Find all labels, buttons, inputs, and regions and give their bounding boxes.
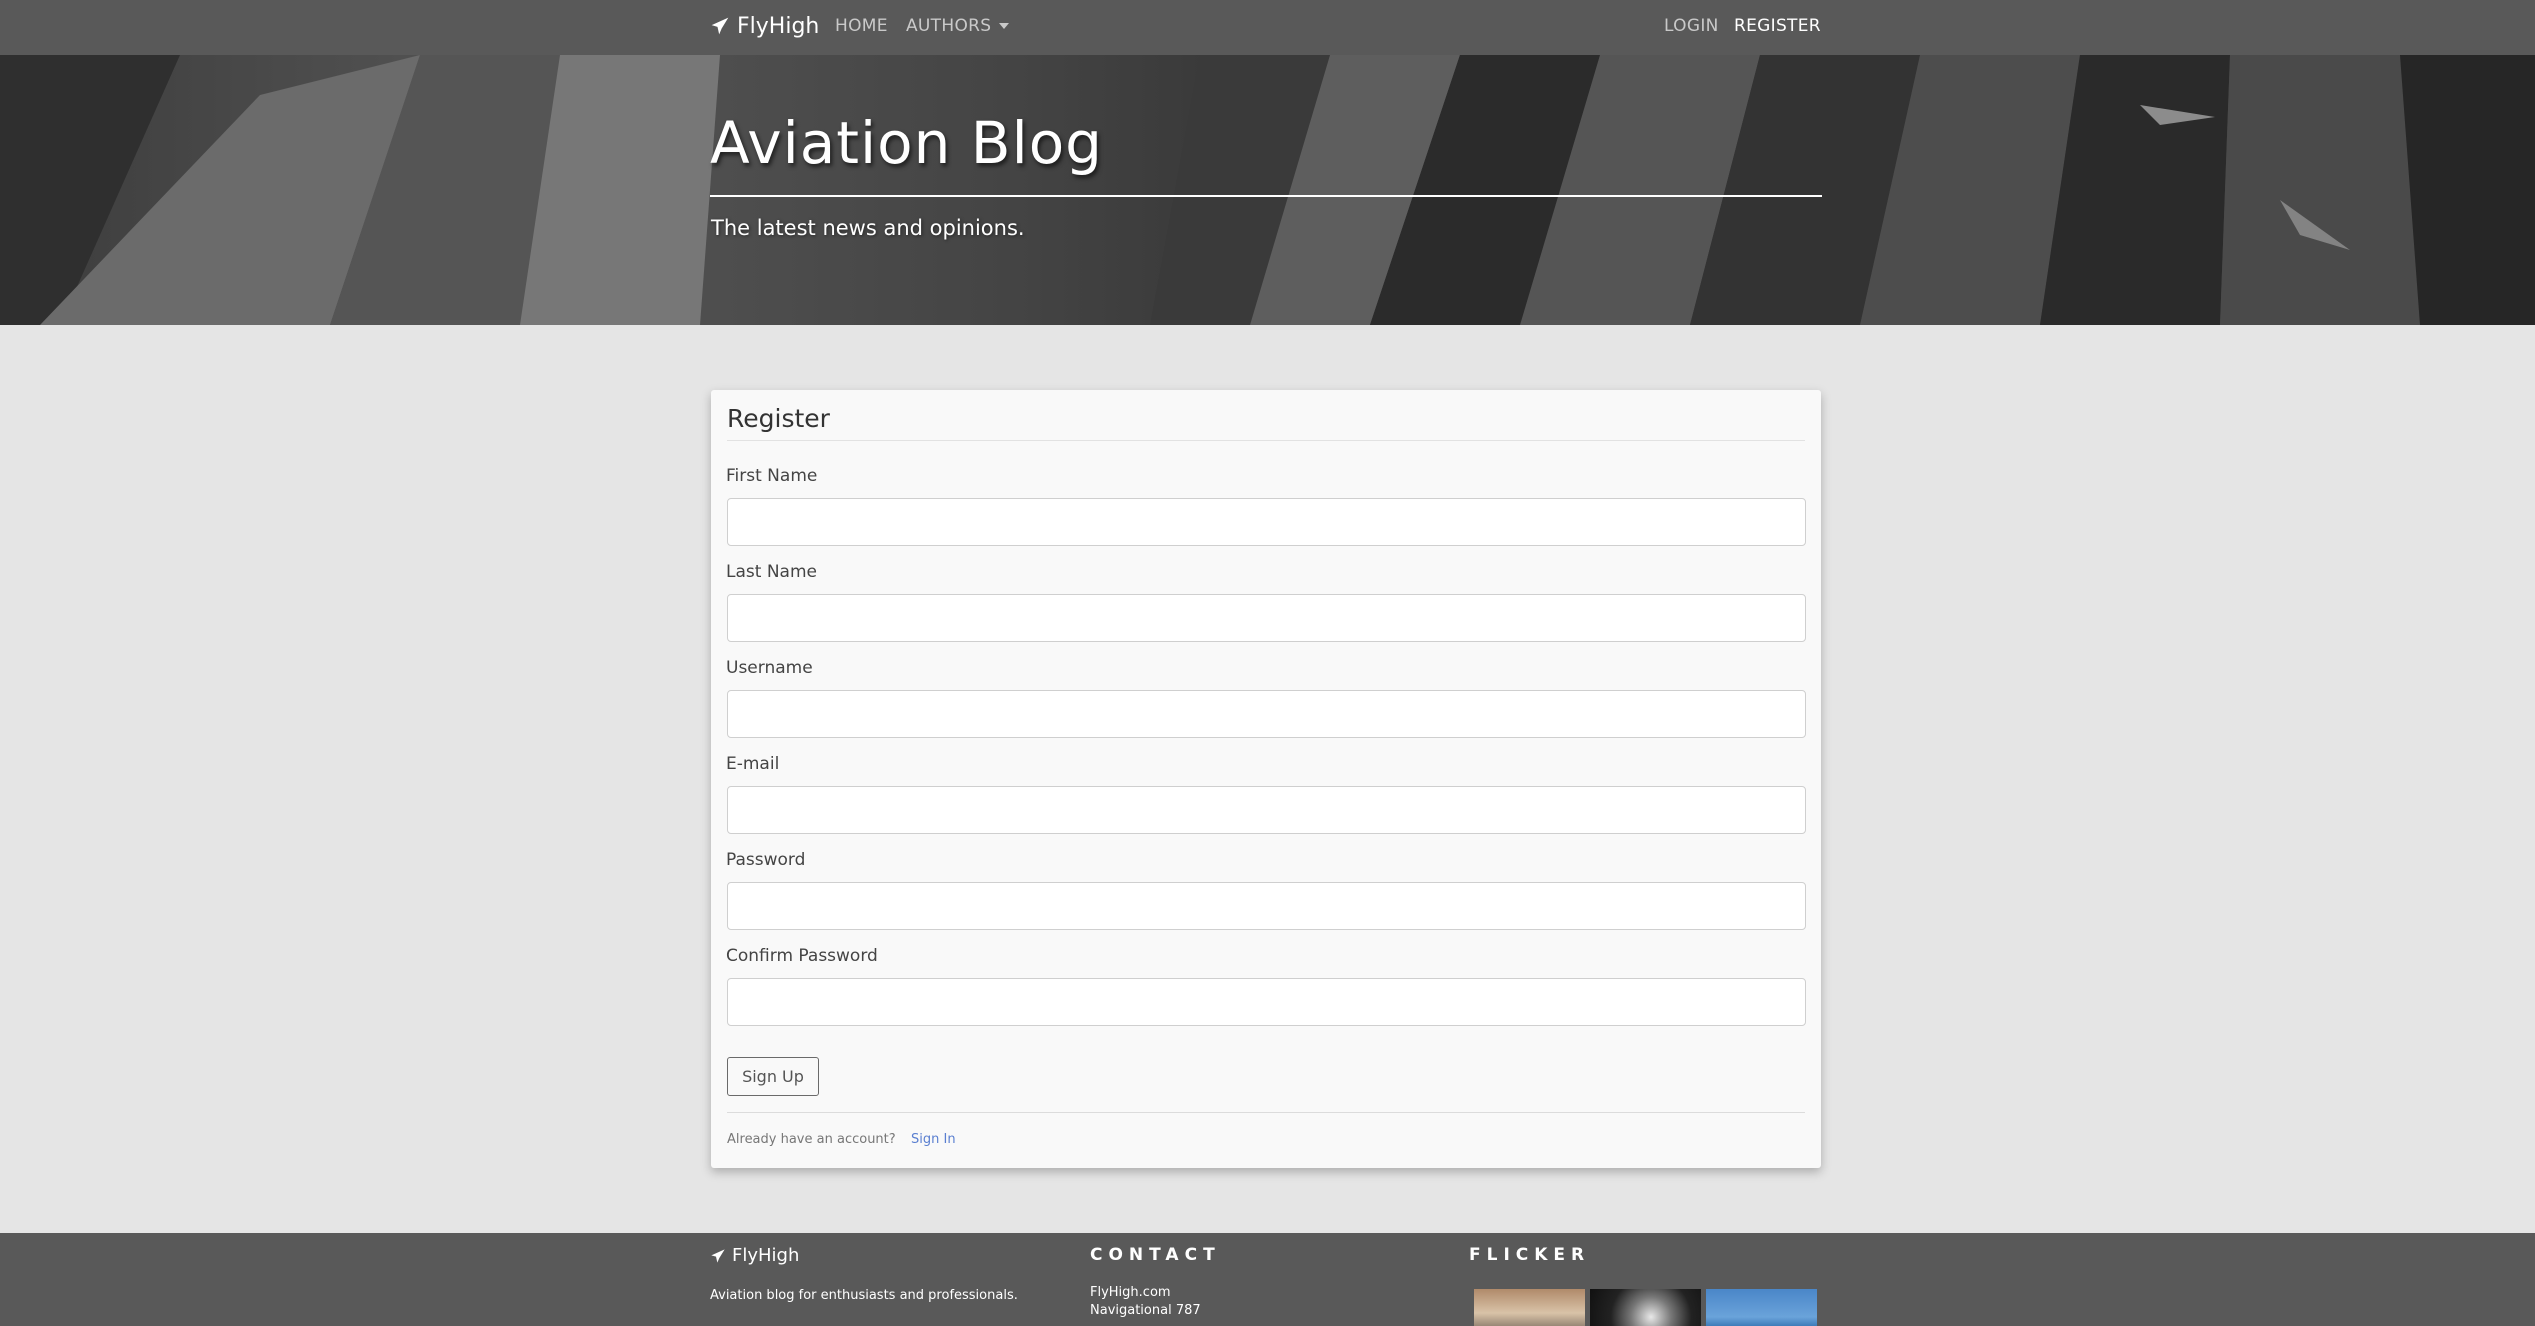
- sign-in-link[interactable]: Sign In: [911, 1132, 956, 1147]
- hero-banner: Aviation Blog The latest news and opinio…: [0, 55, 2535, 325]
- confirm-password-input[interactable]: [727, 978, 1806, 1026]
- flicker-heading: FLICKER: [1469, 1245, 1591, 1265]
- nav-register[interactable]: REGISTER: [1734, 16, 1821, 36]
- register-title: Register: [727, 404, 830, 433]
- already-have-account-text: Already have an account?: [727, 1132, 896, 1147]
- username-label: Username: [726, 658, 813, 678]
- hero-subtitle: The latest news and opinions.: [711, 216, 1025, 240]
- flicker-thumbnail[interactable]: [1590, 1289, 1701, 1326]
- first-name-input[interactable]: [727, 498, 1806, 546]
- footer-description: Aviation blog for enthusiasts and profes…: [710, 1288, 1018, 1303]
- hero-title: Aviation Blog: [710, 109, 1104, 177]
- flicker-thumbnail[interactable]: [1474, 1289, 1585, 1326]
- register-card: Register First Name Last Name Username E…: [711, 390, 1821, 1168]
- password-label: Password: [726, 850, 806, 870]
- hero-divider: [710, 195, 1822, 197]
- flicker-thumbnail[interactable]: [1706, 1289, 1817, 1326]
- brand-label: FlyHigh: [737, 13, 820, 39]
- last-name-input[interactable]: [727, 594, 1806, 642]
- sign-up-button[interactable]: Sign Up: [727, 1057, 819, 1096]
- last-name-label: Last Name: [726, 562, 817, 582]
- confirm-password-label: Confirm Password: [726, 946, 878, 966]
- footer-divider: [727, 1112, 1805, 1113]
- first-name-label: First Name: [726, 466, 818, 486]
- nav-authors-dropdown[interactable]: AUTHORS: [906, 16, 1010, 36]
- password-input[interactable]: [727, 882, 1806, 930]
- brand-link[interactable]: FlyHigh: [710, 11, 819, 41]
- contact-line: FlyHigh.com: [1090, 1285, 1171, 1300]
- footer-brand[interactable]: FlyHigh: [710, 1245, 799, 1266]
- email-input[interactable]: [727, 786, 1806, 834]
- caret-down-icon: [999, 23, 1010, 29]
- nav-authors-label: AUTHORS: [906, 16, 992, 36]
- footer-brand-label: FlyHigh: [732, 1245, 800, 1266]
- contact-line: Navigational 787: [1090, 1303, 1201, 1318]
- nav-home[interactable]: HOME: [835, 16, 888, 36]
- title-divider: [727, 440, 1805, 441]
- site-footer: FlyHigh Aviation blog for enthusiasts an…: [0, 1233, 2535, 1326]
- contact-heading: CONTACT: [1090, 1245, 1221, 1265]
- paper-plane-icon: [711, 1248, 725, 1263]
- username-input[interactable]: [727, 690, 1806, 738]
- email-label: E-mail: [726, 754, 780, 774]
- turbine-blades-background: [0, 55, 2535, 325]
- nav-login[interactable]: LOGIN: [1664, 16, 1719, 36]
- top-navbar: FlyHigh HOME AUTHORS LOGIN REGISTER: [0, 0, 2535, 55]
- paper-plane-icon: [711, 17, 729, 35]
